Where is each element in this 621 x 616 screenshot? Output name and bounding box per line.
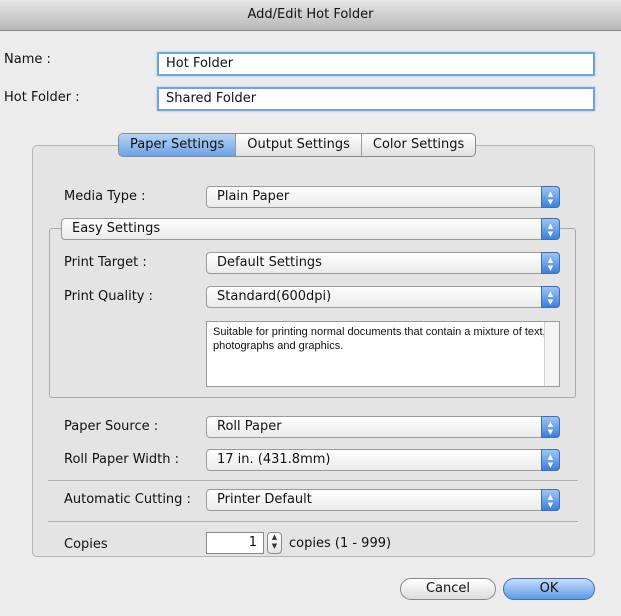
print-target-value: Default Settings [217, 255, 322, 270]
popup-arrows-icon: ▲ ▼ [541, 186, 560, 208]
quality-description: Suitable for printing normal documents t… [206, 321, 560, 387]
auto-cutting-label: Automatic Cutting : [64, 492, 191, 507]
popup-arrows-icon: ▲ ▼ [541, 416, 560, 438]
print-quality-label: Print Quality : [64, 289, 154, 304]
paper-source-value: Roll Paper [217, 419, 282, 434]
tab-bar: Paper Settings Output Settings Color Set… [118, 133, 477, 157]
ok-button[interactable]: OK [503, 578, 595, 600]
name-field[interactable]: Hot Folder [157, 52, 595, 76]
media-type-value: Plain Paper [217, 189, 290, 204]
paper-source-popup[interactable]: Roll Paper ▲ ▼ [206, 416, 560, 438]
auto-cutting-value: Printer Default [217, 492, 312, 507]
hot-folder-field[interactable]: Shared Folder [157, 87, 595, 111]
media-type-popup[interactable]: Plain Paper ▲ ▼ [206, 186, 560, 208]
roll-width-label: Roll Paper Width : [64, 452, 179, 467]
popup-arrows-icon: ▲ ▼ [541, 252, 560, 274]
roll-width-popup[interactable]: 17 in. (431.8mm) ▲ ▼ [206, 449, 560, 471]
title-bar: Add/Edit Hot Folder [0, 0, 621, 31]
tab-output-settings[interactable]: Output Settings [236, 134, 362, 156]
description-scrollbar[interactable] [544, 322, 559, 386]
easy-settings-value: Easy Settings [72, 221, 161, 236]
media-type-label: Media Type : [64, 189, 146, 204]
tab-color-settings[interactable]: Color Settings [362, 134, 475, 156]
print-quality-value: Standard(600dpi) [217, 289, 332, 304]
paper-source-label: Paper Source : [64, 419, 159, 434]
popup-arrows-icon: ▲ ▼ [541, 489, 560, 511]
copies-field[interactable]: 1 [206, 532, 264, 554]
copies-stepper-icon[interactable]: ▲ ▼ [267, 532, 282, 554]
auto-cutting-popup[interactable]: Printer Default ▲ ▼ [206, 489, 560, 511]
print-target-popup[interactable]: Default Settings ▲ ▼ [206, 252, 560, 274]
easy-settings-popup[interactable]: Easy Settings ▲ ▼ [61, 218, 560, 240]
window-title: Add/Edit Hot Folder [247, 7, 374, 22]
divider [48, 521, 578, 522]
print-quality-popup[interactable]: Standard(600dpi) ▲ ▼ [206, 286, 560, 308]
cancel-button[interactable]: Cancel [400, 578, 496, 600]
hot-folder-label: Hot Folder : [4, 90, 80, 105]
name-label: Name : [4, 52, 51, 67]
popup-arrows-icon: ▲ ▼ [541, 449, 560, 471]
copies-label: Copies [64, 537, 108, 552]
divider [48, 480, 578, 481]
tab-paper-settings[interactable]: Paper Settings [119, 134, 237, 156]
roll-width-value: 17 in. (431.8mm) [217, 452, 331, 467]
copies-range-label: copies (1 - 999) [289, 536, 392, 551]
popup-arrows-icon: ▲ ▼ [541, 286, 560, 308]
print-target-label: Print Target : [64, 255, 147, 270]
quality-description-text: Suitable for printing normal documents t… [213, 326, 546, 352]
popup-arrows-icon: ▲ ▼ [541, 218, 560, 240]
